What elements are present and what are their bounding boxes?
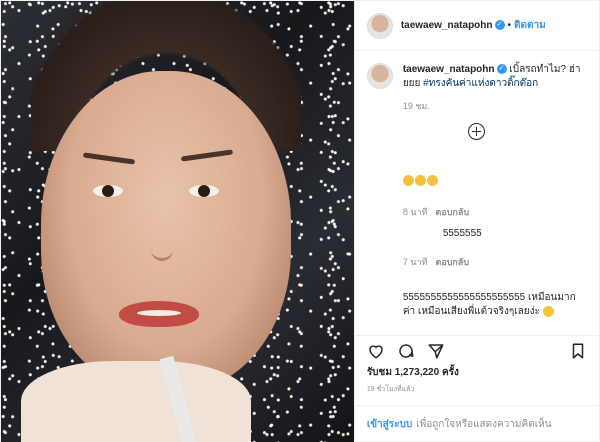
comment-icon[interactable] [397,342,415,360]
reply-button[interactable]: ตอบกลับ [435,205,469,219]
caption-time: 19 ชม. [402,101,430,111]
right-eye [189,185,219,197]
comment-time: 7 นาที [402,257,428,267]
post-video[interactable] [1,1,354,442]
separator-dot: • [507,20,512,31]
comment-meta: 7 นาที ตอบกลับ [403,255,469,269]
caption-avatar[interactable] [366,63,393,89]
follow-button[interactable]: ติดตาม [514,20,546,31]
bookmark-icon[interactable] [569,342,587,360]
comment-text-block: 5555555555555555555555 เหมือนมากค่า เหมื… [403,291,587,319]
caption-text-block: taewaew_natapohn ✓ เบิ้ลรถทำไม? ฮ่ายยย #ท… [403,63,587,91]
comment-time: 8 นาที [402,207,428,217]
post-timestamp[interactable]: 19 ชั่วโมงที่แล้ว [367,384,415,395]
laughing-emoji-icon [542,305,554,317]
header-username[interactable]: taewaew_natapohn [401,20,493,31]
plus-circle-icon[interactable] [468,123,486,140]
lips [119,301,199,327]
login-footer: เข้าสู่ระบบ เพื่อถูกใจหรือแสดงความคิดเห็… [354,405,599,442]
caption-hashtag[interactable]: #ทรงคันค่าแห่งดาวติ๊กต๊อก [423,78,538,89]
comments-section[interactable]: taewaew_natapohn ✓ เบิ้ลรถทำไม? ฮ่ายยย #ท… [355,51,599,335]
caption-username[interactable]: taewaew_natapohn [403,64,495,75]
heart-icon[interactable] [367,342,385,360]
view-count[interactable]: รับชม 1,273,220 ครั้ง [367,365,459,380]
left-eye [93,185,123,197]
load-more-comments[interactable] [367,123,587,140]
comment-text: 5555555 [442,228,482,239]
comment-meta: 8 นาที ตอบกลับ [403,205,469,219]
shoulder [21,361,251,442]
login-prompt-text: เพื่อถูกใจหรือแสดงความคิดเห็น [416,419,552,430]
login-link[interactable]: เข้าสู่ระบบ [367,417,412,432]
verified-badge-icon: ✓ [494,20,505,31]
nose [151,221,173,261]
instagram-post: taewaew_natapohn ✓ • ติดตาม taewaew_natapoh… [0,0,600,442]
reply-button[interactable]: ตอบกลับ [435,255,469,269]
clapping-hands-emoji-icon [402,175,414,186]
verified-badge-icon: ✓ [496,64,507,75]
avatar[interactable] [366,12,393,39]
post-side-panel: taewaew_natapohn ✓ • ติดตาม taewaew_natapoh… [353,1,599,442]
post-header: taewaew_natapohn ✓ • ติดตาม [354,1,599,51]
caption: taewaew_natapohn ✓ เบิ้ลรถทำไม? ฮ่ายยย #ท… [366,63,587,91]
action-bar [354,335,599,365]
comment-emoji-row [402,175,439,186]
clapping-hands-emoji-icon [414,175,426,186]
clapping-hands-emoji-icon [426,175,438,186]
share-icon[interactable] [427,342,445,360]
